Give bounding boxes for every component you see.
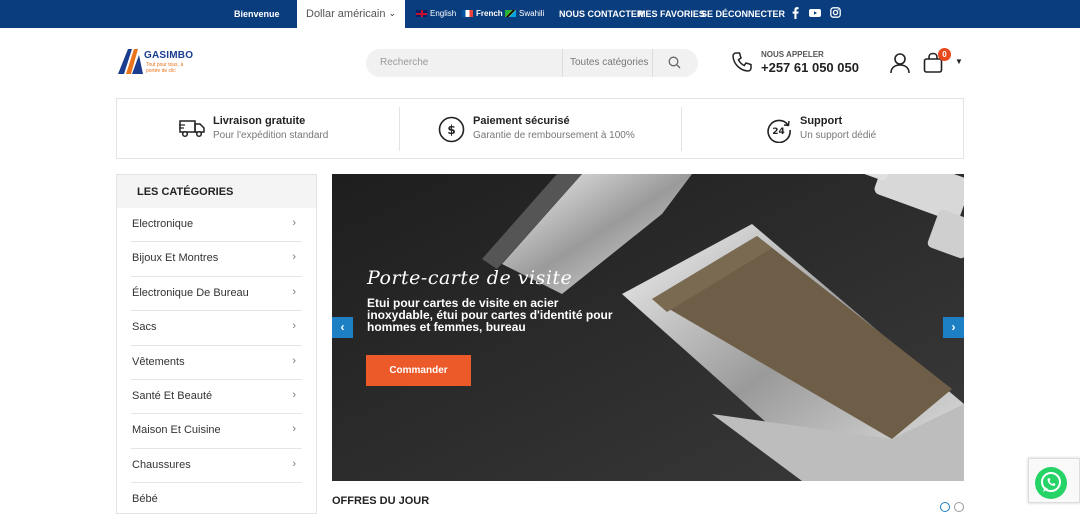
category-item-electronique[interactable]: Electronique › bbox=[131, 208, 302, 243]
feature-subtitle: Pour l'expédition standard bbox=[213, 130, 329, 141]
language-english[interactable]: English bbox=[416, 9, 456, 18]
language-label: English bbox=[430, 9, 457, 18]
category-label: Chaussures bbox=[132, 458, 191, 471]
category-item-sante-beaute[interactable]: Santé Et Beauté › bbox=[131, 380, 302, 415]
categories-sidebar: LES CATÉGORIES Electronique › Bijoux Et M… bbox=[116, 174, 317, 514]
carousel-prev-button[interactable]: ‹ bbox=[332, 317, 353, 338]
features-bar: Livraison gratuite Pour l'expédition sta… bbox=[116, 98, 964, 159]
categories-heading: LES CATÉGORIES bbox=[117, 175, 316, 208]
welcome-text: Bienvenue bbox=[234, 9, 280, 19]
truck-icon bbox=[179, 117, 207, 144]
feature-secure-payment: $ Paiement sécurisé Garantie de rembours… bbox=[438, 99, 678, 158]
currency-label: Dollar américain bbox=[306, 8, 386, 20]
category-label: Maison Et Cuisine bbox=[132, 424, 221, 437]
youtube-icon[interactable] bbox=[809, 7, 821, 22]
feature-support: 24 Support Un support dédié bbox=[766, 99, 946, 158]
chevron-right-icon: › bbox=[292, 285, 296, 298]
language-label: French bbox=[476, 9, 503, 18]
language-french[interactable]: French bbox=[462, 9, 503, 18]
logout-link[interactable]: SE DÉCONNECTER bbox=[701, 9, 785, 19]
feature-title: Paiement sécurisé bbox=[473, 115, 570, 127]
deals-heading: OFFRES DU JOUR bbox=[332, 495, 430, 507]
contact-link[interactable]: NOUS CONTACTER bbox=[559, 9, 643, 19]
order-button[interactable]: Commander bbox=[366, 355, 471, 386]
chevron-right-icon: › bbox=[292, 251, 296, 264]
svg-text:$: $ bbox=[447, 123, 455, 137]
logo-mark-icon bbox=[118, 49, 143, 74]
tanzania-flag-icon bbox=[505, 10, 516, 17]
logo-name: GASIMBO bbox=[144, 50, 194, 61]
feature-title: Support bbox=[800, 115, 843, 127]
chevron-right-icon: › bbox=[292, 423, 296, 436]
language-swahili[interactable]: Swahili bbox=[505, 9, 544, 18]
chevron-right-icon: › bbox=[292, 457, 296, 470]
chevron-right-icon: › bbox=[292, 354, 296, 367]
category-item-sacs[interactable]: Sacs › bbox=[131, 311, 302, 346]
category-label: Bijoux Et Montres bbox=[132, 252, 219, 265]
site-logo[interactable]: GASIMBO Tout pour tous, à portée de clic bbox=[116, 47, 196, 77]
feature-subtitle: Garantie de remboursement à 100% bbox=[473, 130, 635, 141]
category-item-electronique-bureau[interactable]: Électronique De Bureau › bbox=[131, 277, 302, 312]
support-24-icon: 24 bbox=[766, 117, 792, 148]
divider bbox=[681, 107, 682, 151]
divider bbox=[399, 107, 400, 151]
instagram-icon[interactable] bbox=[830, 7, 841, 21]
category-item-bebe[interactable]: Bébé bbox=[131, 483, 302, 513]
feature-free-delivery: Livraison gratuite Pour l'expédition sta… bbox=[179, 99, 399, 158]
feature-title: Livraison gratuite bbox=[213, 115, 306, 127]
call-number[interactable]: +257 61 050 050 bbox=[761, 60, 859, 75]
phone-icon bbox=[731, 51, 753, 78]
search-category-label: Toutes catégories bbox=[570, 57, 649, 68]
search-icon[interactable] bbox=[668, 56, 681, 74]
top-bar: Bienvenue Dollar américain ⌄ English Fre… bbox=[0, 0, 1080, 28]
whatsapp-icon[interactable] bbox=[1035, 467, 1067, 499]
call-label: NOUS APPELER bbox=[761, 50, 824, 59]
banner-description: Etui pour cartes de visite en acier inox… bbox=[367, 296, 613, 334]
chevron-right-icon: › bbox=[292, 320, 296, 333]
carousel-next-button[interactable]: › bbox=[943, 317, 964, 338]
category-item-chaussures[interactable]: Chaussures › bbox=[131, 449, 302, 484]
language-label: Swahili bbox=[519, 9, 545, 18]
category-label: Santé Et Beauté bbox=[132, 389, 213, 402]
category-label: Vêtements bbox=[132, 355, 185, 368]
uk-flag-icon bbox=[416, 10, 427, 17]
chevron-down-icon[interactable]: ▼ bbox=[955, 57, 963, 66]
category-label: Electronique bbox=[132, 218, 194, 230]
favorites-link[interactable]: MES FAVORIES bbox=[638, 9, 705, 19]
chevron-down-icon: ⌄ bbox=[388, 8, 396, 18]
feature-subtitle: Un support dédié bbox=[800, 130, 877, 141]
chevron-right-icon: › bbox=[292, 388, 296, 401]
logo-tagline: Tout pour tous, à portée de clic bbox=[146, 62, 184, 74]
hero-banner: Porte-carte de visite Etui pour cartes d… bbox=[332, 174, 964, 481]
dollar-circle-icon: $ bbox=[438, 116, 465, 148]
category-item-vetements[interactable]: Vêtements › bbox=[131, 346, 302, 380]
user-icon[interactable] bbox=[889, 52, 911, 79]
facebook-icon[interactable] bbox=[792, 7, 799, 22]
category-label: Bébé bbox=[132, 493, 158, 506]
cart-count-badge: 0 bbox=[938, 48, 951, 61]
category-item-maison-cuisine[interactable]: Maison Et Cuisine › bbox=[131, 414, 302, 449]
category-label: Sacs bbox=[132, 321, 157, 334]
category-item-bijoux[interactable]: Bijoux Et Montres › bbox=[131, 242, 302, 277]
svg-text:24: 24 bbox=[772, 127, 785, 137]
banner-title: Porte-carte de visite bbox=[367, 267, 573, 289]
search-category-select[interactable]: Toutes catégories bbox=[562, 49, 653, 77]
search-bar: Recherche Toutes catégories bbox=[366, 49, 698, 77]
chevron-right-icon: › bbox=[292, 217, 296, 229]
category-label: Électronique De Bureau bbox=[132, 286, 249, 299]
currency-selector[interactable]: Dollar américain ⌄ bbox=[297, 0, 405, 28]
search-input[interactable]: Recherche bbox=[380, 57, 428, 68]
france-flag-icon bbox=[462, 10, 473, 17]
